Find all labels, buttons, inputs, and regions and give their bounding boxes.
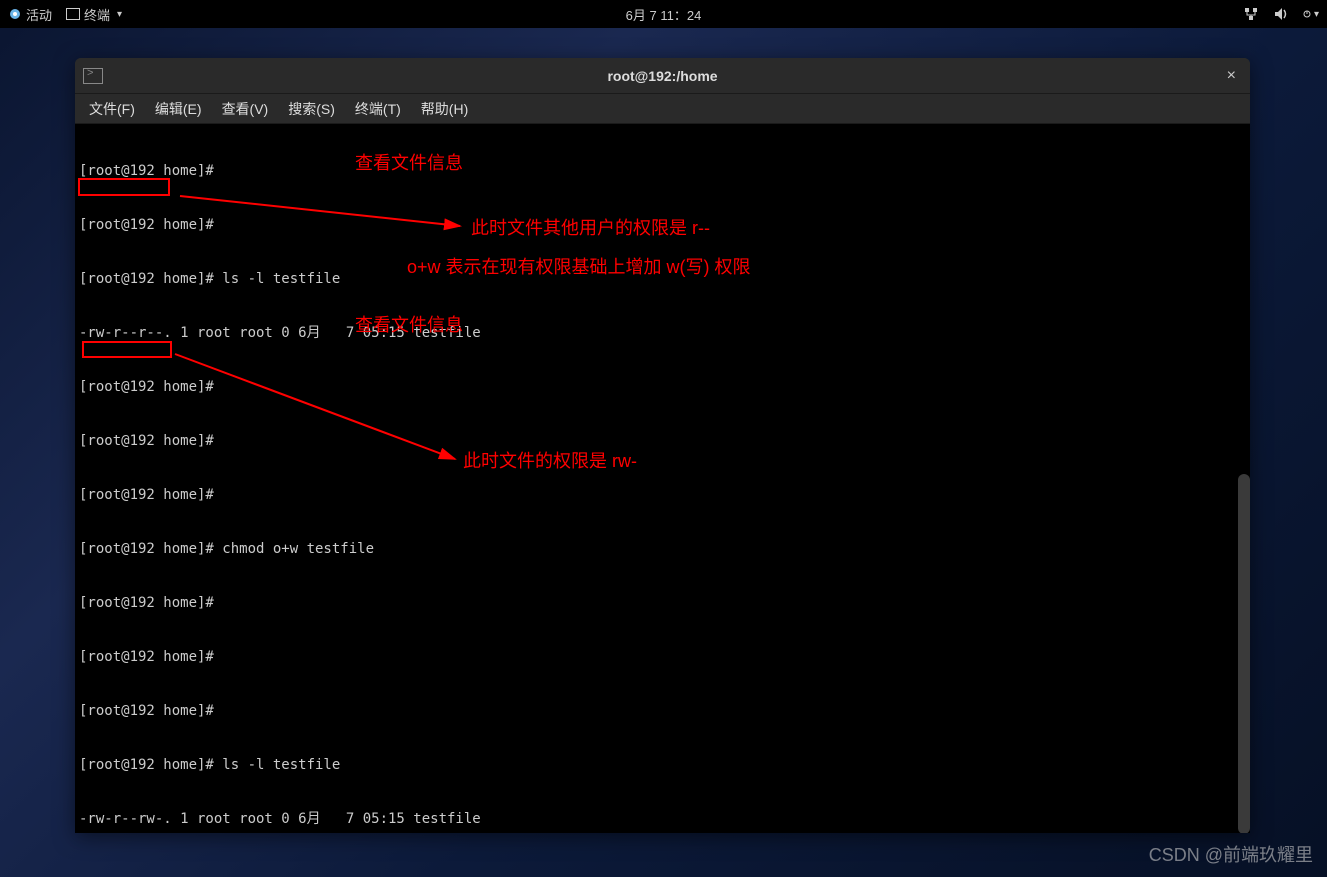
window-title: root@192:/home <box>607 68 717 84</box>
volume-icon[interactable] <box>1273 6 1289 22</box>
term-line: [root@192 home]# <box>79 216 1246 234</box>
term-line: [root@192 home]# <box>79 648 1246 666</box>
activities-label: 活动 <box>26 5 52 24</box>
network-icon[interactable] <box>1243 6 1259 22</box>
term-line: [root@192 home]# <box>79 432 1246 450</box>
term-line: [root@192 home]# chmod o+w testfile <box>79 540 1246 558</box>
menu-edit[interactable]: 编辑(E) <box>147 95 210 123</box>
term-line: [root@192 home]# <box>79 486 1246 504</box>
term-line: [root@192 home]# ls -l testfile <box>79 756 1246 774</box>
term-line: [root@192 home]# <box>79 162 1246 180</box>
gnome-topbar: 活动 终端 6月 7 11：24 <box>0 0 1327 28</box>
menu-file[interactable]: 文件(F) <box>81 95 143 123</box>
watermark: CSDN @前端玖耀里 <box>1149 841 1313 867</box>
scrollbar[interactable] <box>1238 474 1250 833</box>
term-line: -rw-r--rw-. 1 root root 0 6月 7 05:15 tes… <box>79 810 1246 828</box>
terminal-app-icon <box>66 8 80 20</box>
activities-icon <box>8 7 22 21</box>
term-line: [root@192 home]# ls -l testfile <box>79 270 1246 288</box>
clock[interactable]: 6月 7 11：24 <box>626 5 702 24</box>
menu-search[interactable]: 搜索(S) <box>280 95 343 123</box>
app-menu-label: 终端 <box>84 5 110 24</box>
highlight-box-2 <box>82 341 172 358</box>
power-icon[interactable] <box>1303 6 1319 22</box>
term-line: -rw-r--r--. 1 root root 0 6月 7 05:15 tes… <box>79 324 1246 342</box>
window-titlebar[interactable]: root@192:/home × <box>75 58 1250 94</box>
activities-button[interactable]: 活动 <box>8 5 52 24</box>
titlebar-terminal-icon <box>83 68 103 84</box>
close-button[interactable]: × <box>1221 65 1242 87</box>
arrow-2 <box>170 349 470 469</box>
topbar-left: 活动 终端 <box>8 5 122 24</box>
menu-help[interactable]: 帮助(H) <box>413 95 476 123</box>
menu-terminal[interactable]: 终端(T) <box>347 95 409 123</box>
term-line: [root@192 home]# <box>79 594 1246 612</box>
menubar: 文件(F) 编辑(E) 查看(V) 搜索(S) 终端(T) 帮助(H) <box>75 94 1250 124</box>
terminal-window: root@192:/home × 文件(F) 编辑(E) 查看(V) 搜索(S)… <box>75 58 1250 833</box>
menu-view[interactable]: 查看(V) <box>214 95 277 123</box>
app-menu[interactable]: 终端 <box>66 5 122 24</box>
term-line: [root@192 home]# <box>79 702 1246 720</box>
annotation-5: 此时文件的权限是 rw- <box>463 452 637 470</box>
terminal-body[interactable]: [root@192 home]# [root@192 home]# [root@… <box>75 124 1250 833</box>
term-line: [root@192 home]# <box>79 378 1246 396</box>
datetime-label: 6月 7 11：24 <box>626 8 702 23</box>
highlight-box-1 <box>78 178 170 196</box>
topbar-right <box>1243 6 1319 22</box>
